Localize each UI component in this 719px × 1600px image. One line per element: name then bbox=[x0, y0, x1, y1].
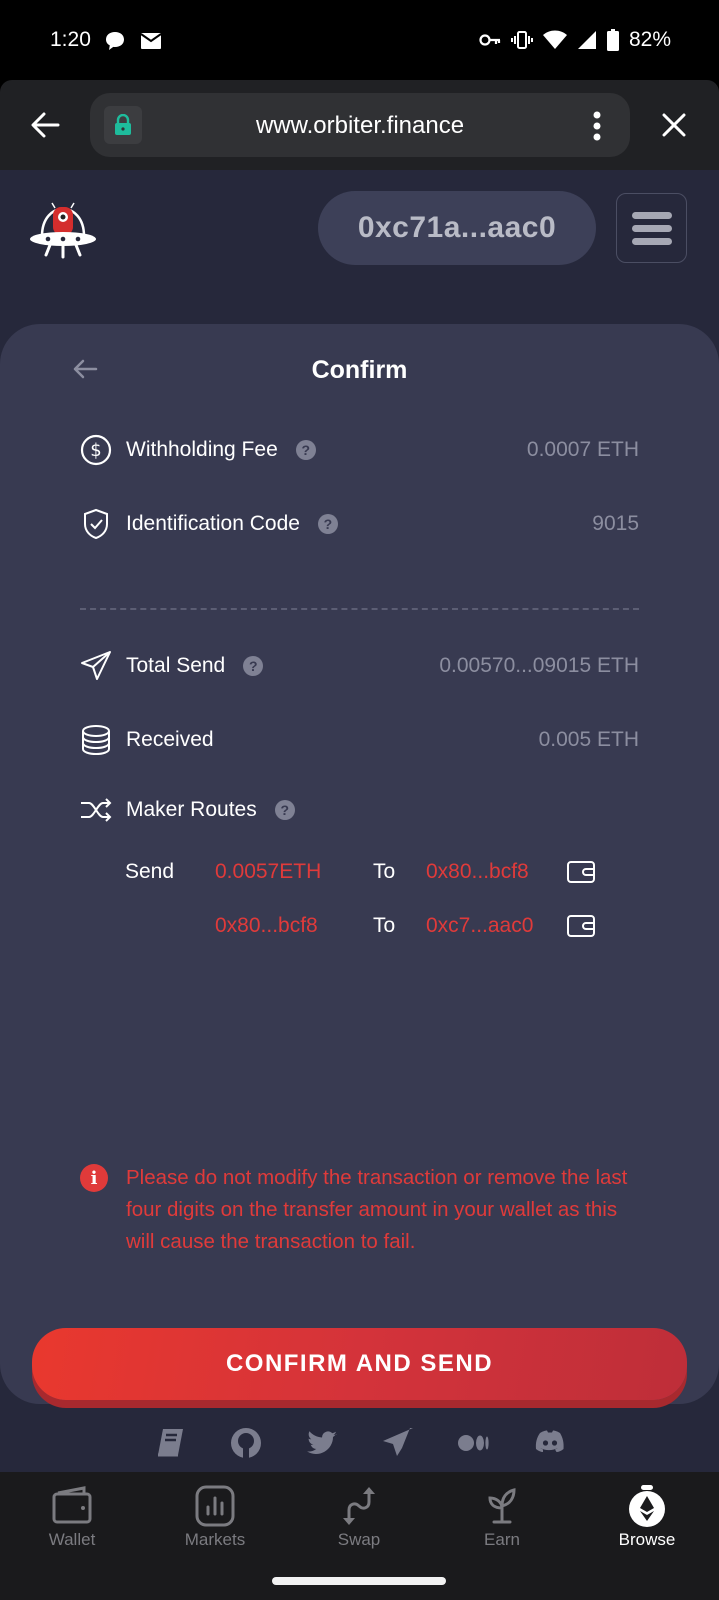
card-title: Confirm bbox=[311, 356, 408, 384]
nav-label: Browse bbox=[618, 1530, 676, 1549]
hamburger-menu-button[interactable] bbox=[616, 193, 687, 263]
nav-browse[interactable]: Browse bbox=[597, 1484, 697, 1550]
received-row: Received 0.005 ETH bbox=[80, 720, 639, 760]
maker-routes-row: Maker Routes ? bbox=[80, 790, 639, 830]
nav-wallet[interactable]: Wallet bbox=[22, 1484, 122, 1550]
info-icon: i bbox=[80, 1164, 108, 1192]
web-page: 0xc71a...aac0 Confirm $ Withholding Fee … bbox=[0, 170, 719, 1472]
status-time: 1:20 bbox=[50, 28, 91, 51]
shield-check-icon bbox=[84, 508, 108, 540]
wifi-icon bbox=[542, 30, 567, 49]
url-bar[interactable]: www.orbiter.finance bbox=[90, 93, 630, 157]
row-value: 0.0007 ETH bbox=[526, 438, 639, 461]
battery-percent: 82% bbox=[628, 28, 671, 51]
row-value: 0.00570...09015 ETH bbox=[439, 654, 639, 677]
dashed-divider bbox=[80, 608, 639, 610]
route-to-label: To bbox=[373, 914, 396, 937]
menu-line bbox=[631, 211, 672, 219]
discord-icon[interactable] bbox=[533, 1426, 567, 1460]
wallet-address-button[interactable]: 0xc71a...aac0 bbox=[318, 191, 596, 265]
sprout-icon bbox=[488, 1488, 516, 1524]
nav-label: Earn bbox=[484, 1530, 520, 1549]
more-vert-icon[interactable] bbox=[592, 111, 602, 141]
route-row: Send 0.0057ETH To 0x80...bcf8 bbox=[125, 854, 596, 890]
row-label: Withholding Fee bbox=[126, 438, 278, 461]
help-icon[interactable]: ? bbox=[295, 440, 316, 460]
row-label: Maker Routes bbox=[126, 798, 257, 821]
coins-stack-icon bbox=[82, 725, 110, 756]
route-row: 0x80...bcf8 To 0xc7...aac0 bbox=[125, 908, 596, 944]
url-text[interactable]: www.orbiter.finance bbox=[90, 112, 630, 140]
menu-line bbox=[631, 224, 672, 232]
swap-arrows-icon bbox=[343, 1487, 375, 1525]
twitter-icon[interactable] bbox=[305, 1426, 339, 1460]
row-label: Received bbox=[126, 728, 214, 751]
help-icon[interactable]: ? bbox=[317, 514, 338, 534]
nav-label: Markets bbox=[184, 1530, 246, 1549]
total-send-row: Total Send ? 0.00570...09015 ETH bbox=[80, 646, 639, 686]
svg-text:$: $ bbox=[90, 440, 101, 461]
chat-bubble-icon bbox=[106, 32, 124, 50]
warning-message: i Please do not modify the transaction o… bbox=[80, 1162, 639, 1258]
nav-earn[interactable]: Earn bbox=[452, 1484, 552, 1550]
mail-icon bbox=[140, 33, 162, 49]
warning-text: Please do not modify the transaction or … bbox=[126, 1166, 628, 1253]
close-icon[interactable] bbox=[657, 108, 691, 142]
route-from[interactable]: 0x80...bcf8 bbox=[215, 914, 373, 938]
row-value: 9015 bbox=[592, 512, 639, 535]
github-icon[interactable] bbox=[229, 1426, 263, 1460]
social-links bbox=[0, 1426, 719, 1460]
chart-bars-icon bbox=[195, 1485, 235, 1527]
docs-book-icon[interactable] bbox=[153, 1426, 187, 1460]
wallet-icon[interactable] bbox=[566, 859, 596, 885]
telegram-icon[interactable] bbox=[381, 1426, 415, 1460]
row-label: Identification Code bbox=[126, 512, 300, 535]
nav-label: Wallet bbox=[48, 1530, 96, 1549]
browser-toolbar: www.orbiter.finance bbox=[0, 80, 719, 170]
key-icon bbox=[479, 34, 501, 46]
back-arrow-icon[interactable] bbox=[28, 108, 62, 142]
help-icon[interactable]: ? bbox=[274, 800, 295, 820]
identification-code-row: Identification Code ? 9015 bbox=[80, 504, 639, 544]
withholding-fee-row: $ Withholding Fee ? 0.0007 ETH bbox=[80, 430, 639, 470]
paper-plane-icon bbox=[81, 651, 111, 680]
route-to-address[interactable]: 0x80...bcf8 bbox=[426, 860, 550, 884]
shuffle-icon bbox=[81, 798, 112, 822]
status-bar: 1:20 82% bbox=[0, 0, 719, 80]
vibrate-icon bbox=[510, 31, 533, 49]
route-to-address[interactable]: 0xc7...aac0 bbox=[426, 914, 550, 938]
confirm-and-send-button[interactable]: CONFIRM AND SEND bbox=[32, 1328, 687, 1400]
wallet-icon bbox=[52, 1486, 92, 1524]
row-value: 0.005 ETH bbox=[538, 728, 639, 751]
medium-icon[interactable] bbox=[457, 1426, 491, 1460]
battery-icon bbox=[606, 29, 619, 51]
route-from: 0.0057ETH bbox=[215, 860, 322, 883]
row-label: Total Send bbox=[126, 654, 226, 677]
nav-label: Swap bbox=[337, 1530, 381, 1549]
home-indicator[interactable] bbox=[272, 1577, 446, 1585]
route-prefix: Send bbox=[125, 860, 175, 883]
help-icon[interactable]: ? bbox=[243, 656, 264, 676]
wallet-icon[interactable] bbox=[566, 913, 596, 939]
nav-swap[interactable]: Swap bbox=[309, 1484, 409, 1550]
signal-icon bbox=[577, 31, 596, 49]
orbiter-ufo-logo[interactable] bbox=[28, 192, 98, 262]
nav-markets[interactable]: Markets bbox=[165, 1484, 265, 1550]
confirm-card: Confirm $ Withholding Fee ? 0.0007 ETH I… bbox=[0, 324, 719, 1404]
ethereum-compass-icon bbox=[629, 1485, 665, 1527]
dollar-circle-icon: $ bbox=[80, 434, 112, 466]
route-to-label: To bbox=[373, 860, 396, 883]
menu-line bbox=[631, 237, 672, 245]
